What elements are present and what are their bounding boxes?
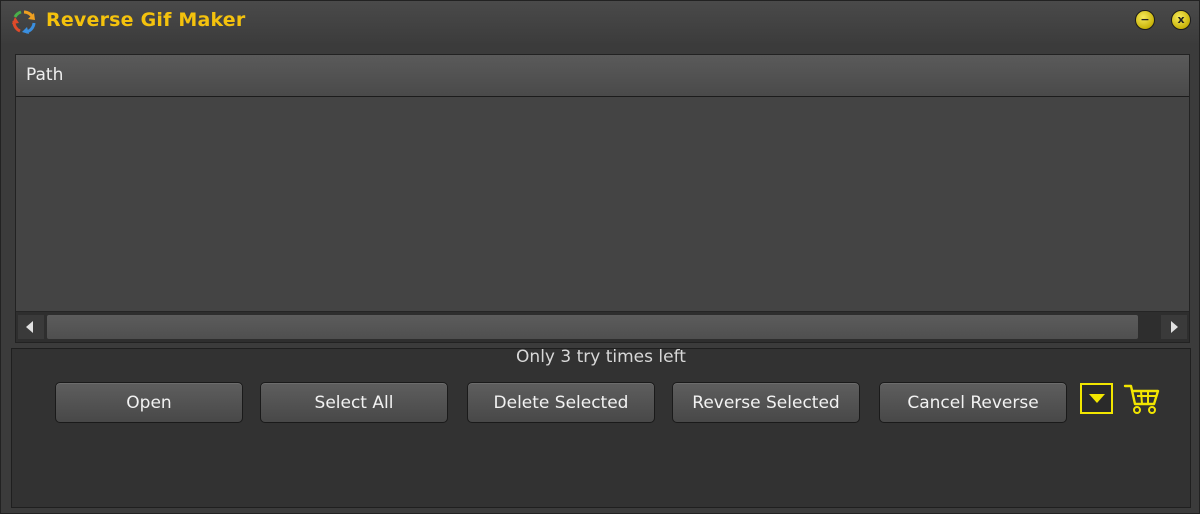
list-header[interactable]: Path (16, 55, 1189, 97)
options-dropdown-button[interactable] (1080, 383, 1113, 414)
scroll-left-button[interactable] (18, 315, 44, 339)
reverse-selected-button[interactable]: Reverse Selected (672, 382, 860, 423)
cancel-reverse-button[interactable]: Cancel Reverse (879, 382, 1067, 423)
close-button[interactable]: x (1171, 10, 1191, 30)
shopping-cart-icon[interactable] (1123, 382, 1161, 416)
scroll-right-button[interactable] (1161, 315, 1187, 339)
select-all-button[interactable]: Select All (260, 382, 448, 423)
control-panel (11, 348, 1191, 508)
list-body[interactable] (16, 97, 1189, 311)
minimize-button[interactable]: − (1135, 10, 1155, 30)
chevron-down-icon (1089, 394, 1105, 403)
chevron-left-icon (26, 321, 33, 333)
recycle-arrows-icon (12, 10, 36, 34)
main-window: Reverse Gif Maker − x Path Only 3 try ti… (0, 0, 1200, 514)
horizontal-scrollbar[interactable] (16, 311, 1189, 342)
file-list[interactable]: Path (15, 54, 1190, 343)
column-header-path[interactable]: Path (26, 65, 63, 85)
title-bar[interactable]: Reverse Gif Maker − x (1, 1, 1199, 43)
chevron-right-icon (1171, 321, 1178, 333)
trial-status-text: Only 3 try times left (516, 347, 686, 367)
open-button[interactable]: Open (55, 382, 243, 423)
app-title: Reverse Gif Maker (46, 9, 246, 31)
scrollbar-thumb[interactable] (47, 315, 1138, 339)
delete-selected-button[interactable]: Delete Selected (467, 382, 655, 423)
